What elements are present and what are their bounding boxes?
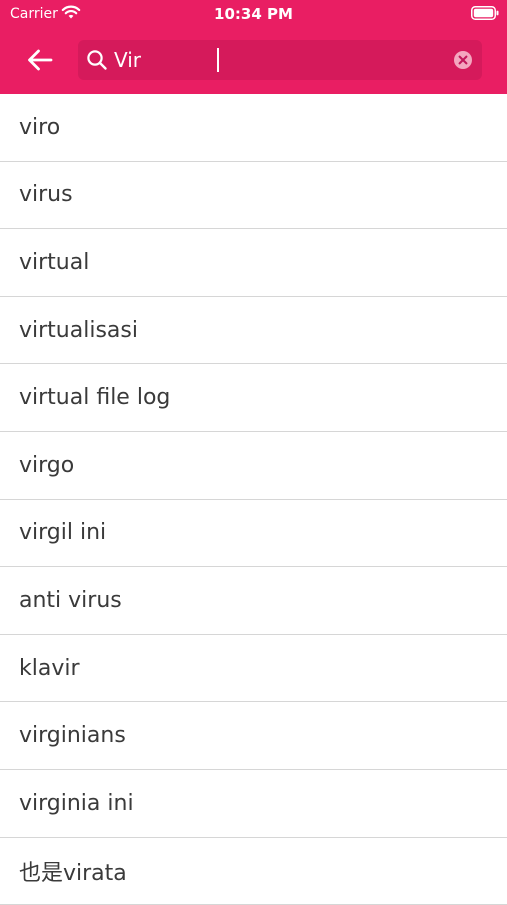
- list-item[interactable]: anti virus: [0, 567, 507, 635]
- search-toolbar: [0, 30, 507, 92]
- list-item[interactable]: virgil ini: [0, 499, 507, 568]
- list-item[interactable]: klavir: [0, 634, 507, 703]
- list-item[interactable]: virgo: [0, 431, 507, 500]
- status-bar: Carrier 10:34 PM: [0, 0, 507, 28]
- list-item[interactable]: virtualisasi: [0, 296, 507, 365]
- list-item[interactable]: virginia ini: [0, 769, 507, 838]
- list-item[interactable]: virginians: [0, 702, 507, 770]
- arrow-left-icon: [28, 49, 53, 71]
- search-input[interactable]: [114, 45, 434, 75]
- search-icon: [87, 50, 107, 70]
- clear-circle-icon[interactable]: [453, 50, 473, 70]
- text-cursor: [217, 48, 219, 72]
- app-header: Carrier 10:34 PM: [0, 0, 507, 94]
- battery-icon: [471, 6, 499, 20]
- suggestion-list: viro virus virtual virtualisasi virtual …: [0, 94, 507, 905]
- list-item[interactable]: virtual: [0, 229, 507, 297]
- search-box: [78, 40, 482, 80]
- status-time: 10:34 PM: [214, 5, 293, 23]
- list-item[interactable]: viro: [0, 94, 507, 162]
- list-item[interactable]: virtual file log: [0, 364, 507, 432]
- list-item[interactable]: 也是virata: [0, 837, 507, 905]
- back-button[interactable]: [20, 42, 60, 78]
- list-item[interactable]: virus: [0, 161, 507, 230]
